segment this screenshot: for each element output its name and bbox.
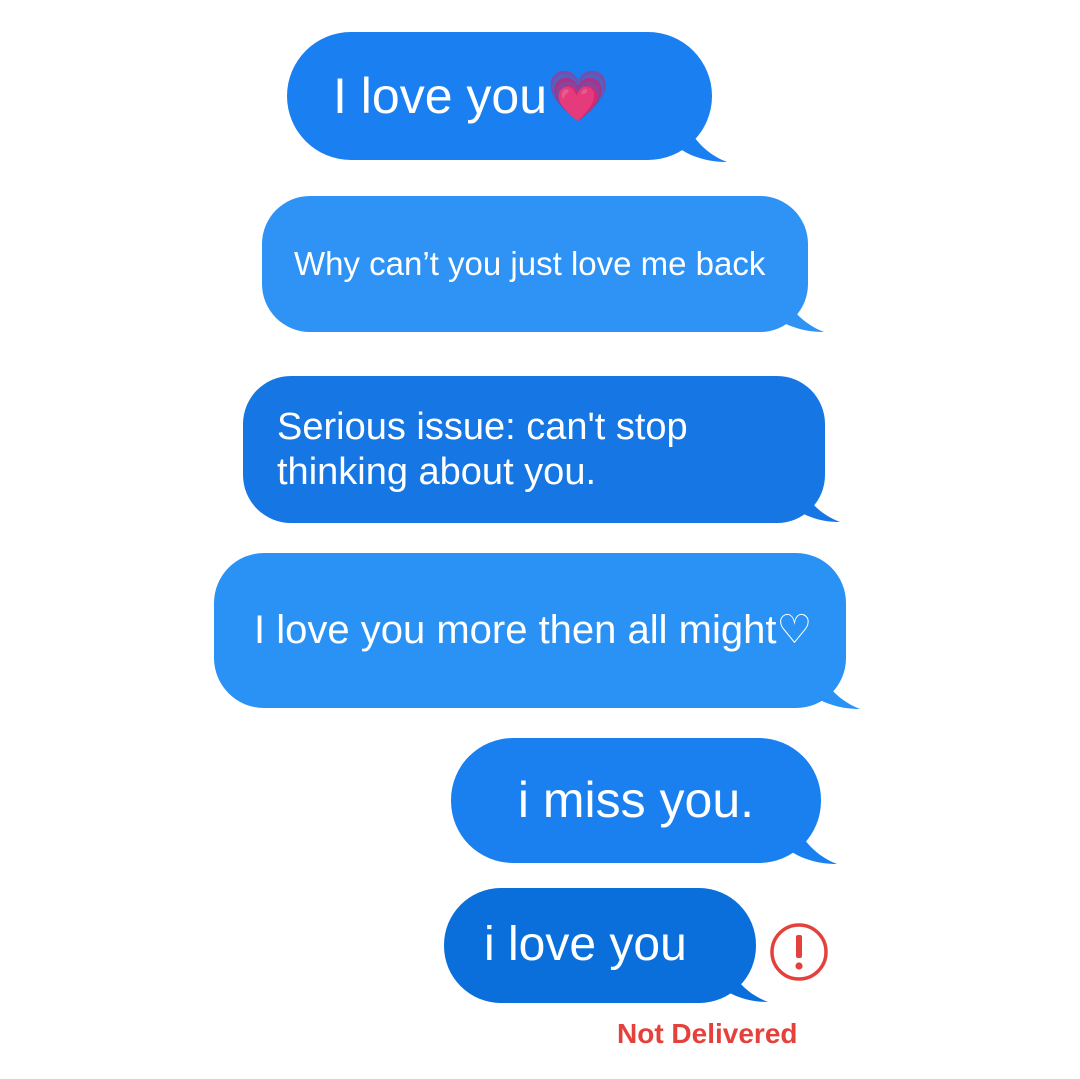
message-text: i love you bbox=[484, 918, 687, 972]
delivery-status-label: Not Delivered bbox=[617, 1018, 798, 1049]
bubble-tail bbox=[794, 466, 840, 522]
bubble-tail bbox=[812, 651, 860, 709]
message-text: Serious issue: can't stop thinking about… bbox=[277, 405, 688, 493]
message-text: I love you more then all might♡ bbox=[254, 607, 813, 652]
message-bubble[interactable]: Why can’t you just love me back bbox=[262, 196, 824, 332]
message-bubble[interactable]: i love you bbox=[444, 888, 768, 1003]
growing-heart-emoji: 💗 bbox=[547, 67, 610, 124]
message-text: Why can’t you just love me back bbox=[294, 244, 766, 282]
message-bubble[interactable]: I love you more then all might♡ bbox=[214, 553, 860, 709]
message-text: I love you💗 bbox=[333, 67, 610, 124]
bubble-tail bbox=[679, 102, 727, 162]
message-bubble[interactable]: Serious issue: can't stop thinking about… bbox=[243, 376, 840, 523]
message-bubble[interactable]: i miss you. bbox=[451, 738, 837, 864]
message-text: i miss you. bbox=[517, 772, 755, 828]
exclamation-circle-icon[interactable] bbox=[769, 922, 829, 982]
message-bubble[interactable]: I love you💗 bbox=[287, 32, 727, 162]
bubble-tail bbox=[789, 804, 837, 864]
bubble-tail bbox=[722, 946, 768, 1002]
bubble-tail bbox=[776, 274, 824, 332]
